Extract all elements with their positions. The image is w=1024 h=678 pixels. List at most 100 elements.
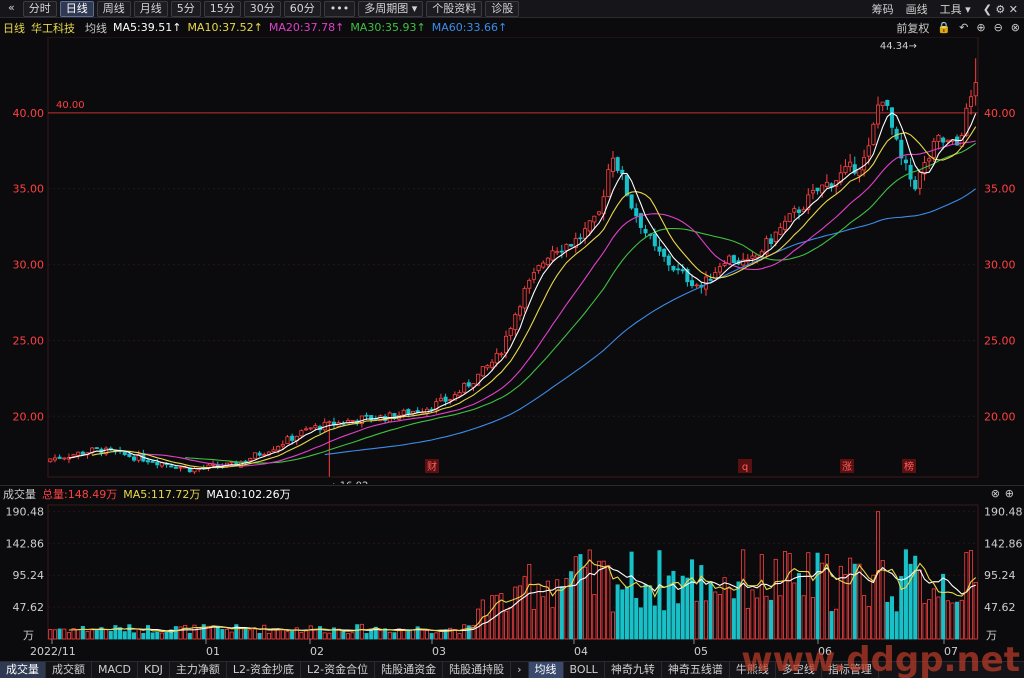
tab-15min[interactable]: 15分 — [203, 0, 241, 17]
zoom-out-icon[interactable]: ⊖ — [994, 21, 1003, 34]
window-controls-icon[interactable]: ❮ ⚙ ✕ — [983, 3, 1018, 16]
volume-bar — [462, 624, 467, 640]
candle-body — [569, 244, 574, 247]
tab-volume[interactable]: 成交量 — [0, 661, 46, 678]
x-axis-label: 2022/11 — [30, 645, 76, 658]
candle-body — [578, 237, 583, 240]
volume-bar — [606, 565, 611, 640]
candle-body — [490, 361, 495, 368]
tab-ma[interactable]: 均线 — [528, 661, 564, 678]
volume-bar — [703, 600, 709, 640]
tab-5min[interactable]: 5分 — [170, 0, 201, 17]
tab-macd[interactable]: MACD — [92, 661, 138, 678]
tab-turnover[interactable]: 成交额 — [46, 661, 92, 678]
volume-y-tick-left: 95.24 — [13, 569, 45, 582]
tab-zhouxian[interactable]: 周线 — [96, 0, 131, 17]
tab-main-net[interactable]: 主力净额 — [170, 661, 227, 678]
tab-kdj[interactable]: KDJ — [138, 661, 170, 678]
tab-60min[interactable]: 60分 — [283, 0, 321, 17]
tab-magic-five[interactable]: 神奇五线谱 — [662, 661, 730, 678]
ma-info-bar: 日线 华工科技 均线 MA5:39.51↑ MA10:37.52↑ MA20:3… — [0, 19, 1024, 36]
price-y-tick-right: 20.00 — [984, 410, 1016, 423]
volume-bar — [889, 596, 895, 640]
volume-add-icon[interactable]: ⊕ — [1005, 487, 1014, 500]
stock-name[interactable]: 华工科技 — [31, 20, 75, 36]
diagnose-button[interactable]: 诊股 — [485, 0, 520, 17]
volume-bar — [624, 586, 629, 640]
volume-bar — [927, 599, 932, 640]
candle-body — [499, 353, 504, 356]
avg-line-label[interactable]: 均线 — [85, 20, 107, 36]
tab-hk-fund[interactable]: 陆股通资金 — [375, 661, 444, 678]
candle-body — [327, 421, 332, 424]
volume-chart[interactable]: 190.48 190.48 142.86 142.86 95.24 95.24 47.62 4… — [0, 501, 1024, 661]
candle-body — [610, 157, 616, 173]
volume-total: 总量:148.49万 — [42, 487, 118, 501]
volume-bar — [880, 559, 885, 640]
volume-bar — [741, 549, 746, 640]
volume-bar — [769, 599, 774, 640]
chouma-button[interactable]: 筹码 — [872, 1, 894, 17]
tab-l2-bottom[interactable]: L2-资金抄底 — [227, 661, 302, 678]
candle-body — [592, 215, 597, 223]
candle-body — [415, 410, 420, 413]
volume-bar — [894, 611, 899, 640]
tab-magic-nine[interactable]: 神奇九转 — [605, 661, 662, 678]
volume-bar — [801, 595, 806, 640]
candle-body — [796, 209, 802, 213]
draw-line-button[interactable]: 画线 — [906, 1, 928, 17]
ma10-label: MA10:37.52↑ — [187, 21, 263, 34]
volume-bar — [638, 607, 643, 640]
volume-bar — [778, 595, 783, 640]
volume-bar — [708, 581, 713, 640]
ref-line-label: 40.00 — [56, 100, 85, 111]
tools-dropdown[interactable]: 工具 ▾ — [940, 1, 971, 17]
close-icon[interactable]: ⊗ — [1011, 21, 1020, 34]
price-y-tick-right: 40.00 — [984, 107, 1016, 120]
tab-l2-combine[interactable]: L2-资金合位 — [301, 661, 376, 678]
candle-body — [564, 243, 569, 251]
price-chart[interactable]: 40.00 40.00 35.00 35.00 30.00 30.00 25.00 25.00… — [0, 37, 1024, 484]
volume-bar — [141, 633, 146, 640]
volume-bar — [610, 611, 616, 640]
lock-icon[interactable]: 🔒 — [937, 21, 951, 34]
volume-close-icon[interactable]: ⊗ — [991, 487, 1000, 500]
volume-bar — [592, 594, 597, 640]
tab-30min[interactable]: 30分 — [243, 0, 281, 17]
tab-yuexian[interactable]: 月线 — [133, 0, 168, 17]
multi-period-dropdown[interactable]: 多周期图 ▾ — [358, 0, 424, 17]
tab-hk-hold[interactable]: 陆股通持股 — [443, 661, 512, 678]
candle-body — [127, 453, 132, 457]
candle-body — [824, 181, 829, 187]
adjust-mode-label[interactable]: 前复权 — [896, 20, 929, 36]
volume-bar — [211, 625, 216, 640]
tab-rixian[interactable]: 日线 — [59, 0, 94, 17]
stock-info-button[interactable]: 个股资料 — [426, 0, 483, 17]
more-icon[interactable]: ••• — [323, 0, 356, 17]
candle-body — [848, 161, 853, 168]
x-axis-label: 04 — [574, 645, 588, 658]
volume-bar — [736, 581, 741, 640]
volume-bar — [834, 608, 839, 640]
volume-bar — [90, 629, 95, 640]
volume-bar — [578, 554, 583, 640]
event-badge: 财 — [427, 460, 437, 473]
volume-bar — [276, 628, 281, 640]
volume-bar — [629, 551, 634, 640]
candle-body — [629, 194, 634, 209]
candle-body — [671, 266, 676, 271]
x-axis-label: 02 — [310, 645, 324, 658]
candle-body — [657, 246, 662, 252]
undo-icon[interactable]: ↶ — [959, 21, 968, 34]
volume-bar — [317, 626, 323, 640]
tab-boll[interactable]: BOLL — [564, 661, 605, 678]
zoom-in-icon[interactable]: ⊕ — [976, 21, 985, 34]
volume-bar — [359, 623, 364, 640]
volume-bar — [429, 633, 434, 640]
high-marker: 44.34→ — [880, 41, 917, 52]
back-icon[interactable]: « — [3, 1, 20, 17]
volume-bar — [220, 629, 225, 640]
tab-fenshi[interactable]: 分时 — [22, 0, 57, 17]
chevron-right-icon[interactable]: › — [511, 661, 529, 678]
price-y-tick-left: 40.00 — [13, 107, 45, 120]
